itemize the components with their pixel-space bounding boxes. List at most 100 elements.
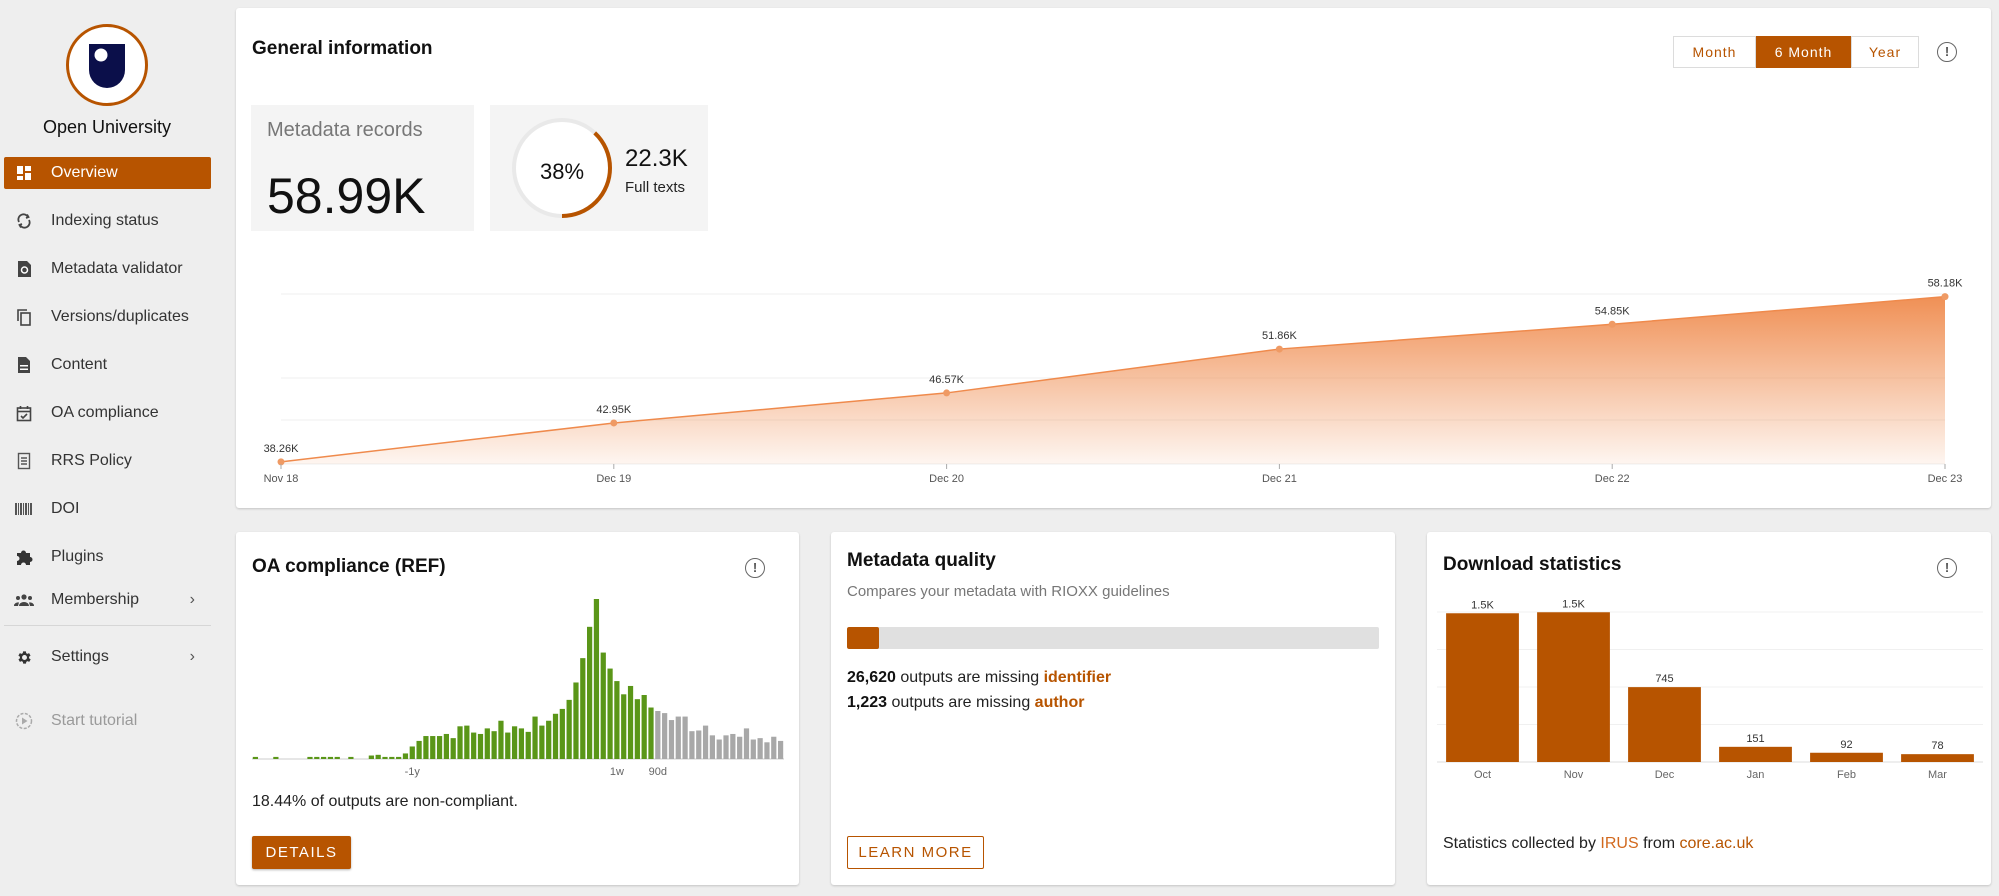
period-6-month-button[interactable]: 6 Month — [1756, 36, 1851, 68]
chevron-right-icon: › — [189, 591, 195, 608]
data-label: 46.57K — [929, 374, 965, 386]
sidebar-item-settings[interactable]: Settings › — [4, 641, 211, 673]
info-icon[interactable]: ! — [1937, 42, 1957, 62]
identifier-link[interactable]: identifier — [1044, 669, 1112, 686]
histogram-bar — [477, 733, 484, 759]
sidebar-item-plugins[interactable]: Plugins — [4, 541, 211, 573]
histogram-bar — [757, 738, 763, 759]
x-tick-label: Jan — [1747, 769, 1765, 780]
non-compliance-summary: 18.44% of outputs are non-compliant. — [252, 793, 518, 810]
card-title: OA compliance (REF) — [252, 556, 446, 577]
group-icon — [13, 594, 35, 606]
sidebar-item-label: OA compliance — [51, 404, 159, 421]
x-tick-label: 90d — [649, 766, 667, 778]
sidebar-item-label: Settings — [51, 648, 109, 665]
histogram-bar — [580, 658, 586, 759]
sidebar-item-overview[interactable]: Overview — [4, 157, 211, 189]
histogram-bar — [682, 716, 688, 759]
histogram-bar — [498, 720, 504, 759]
histogram-bar — [518, 728, 525, 759]
sidebar-item-label: RRS Policy — [51, 452, 132, 469]
sidebar-item-membership[interactable]: Membership › — [4, 584, 211, 616]
info-icon[interactable]: ! — [745, 558, 765, 578]
histogram-bar — [491, 731, 497, 759]
org-name: Open University — [42, 117, 172, 137]
bar — [1810, 752, 1883, 762]
file-restore-icon — [13, 260, 35, 278]
metadata-records-stat: Metadata records 58.99K — [251, 105, 474, 231]
histogram-bar — [375, 754, 381, 759]
histogram-bar — [709, 735, 715, 759]
data-point — [943, 389, 951, 397]
histogram-bar — [573, 682, 579, 759]
open-university-shield-icon — [89, 44, 125, 88]
barcode-icon — [13, 503, 35, 515]
period-month-button[interactable]: Month — [1673, 36, 1756, 68]
histogram-bar — [327, 756, 334, 759]
card-title: Metadata quality — [847, 550, 996, 571]
data-label: 38.26K — [264, 443, 300, 455]
x-tick-label: Dec 19 — [596, 473, 631, 485]
progress-fill — [847, 627, 879, 649]
sidebar-item-label: Indexing status — [51, 212, 159, 229]
start-tutorial-button[interactable]: Start tutorial — [4, 705, 211, 737]
histogram-bar — [525, 731, 531, 759]
histogram-bar — [314, 756, 320, 759]
histogram-bar — [764, 742, 770, 759]
missing-text: outputs are missing — [895, 669, 1044, 686]
learn-more-button[interactable]: LEARN MORE — [847, 836, 984, 869]
data-label: 51.86K — [1262, 330, 1298, 342]
histogram-bar — [471, 732, 477, 759]
full-text-percent: 38% — [539, 159, 585, 184]
sidebar-item-doi[interactable]: DOI — [4, 493, 211, 525]
dashboard-icon — [13, 165, 35, 181]
sidebar: Open University Overview Indexing status… — [0, 0, 230, 896]
histogram-bar — [750, 739, 756, 759]
histogram-bar — [402, 753, 409, 759]
sidebar-item-metadata-validator[interactable]: Metadata validator — [4, 253, 211, 285]
sidebar-item-label: Content — [51, 356, 108, 373]
sidebar-item-content[interactable]: Content — [4, 349, 211, 381]
author-link[interactable]: author — [1035, 694, 1085, 711]
sidebar-item-indexing-status[interactable]: Indexing status — [4, 205, 211, 237]
period-year-button[interactable]: Year — [1851, 36, 1919, 68]
histogram-bar — [743, 728, 750, 759]
x-tick-label: 1w — [610, 766, 624, 778]
chevron-right-icon: › — [189, 648, 195, 665]
sidebar-item-versions-duplicates[interactable]: Versions/duplicates — [4, 301, 211, 333]
card-title: Download statistics — [1443, 554, 1622, 575]
policy-doc-icon — [13, 452, 35, 470]
card-subtitle: Compares your metadata with RIOXX guidel… — [847, 583, 1170, 600]
calendar-check-icon — [13, 405, 35, 422]
footer-text: Statistics collected by — [1443, 835, 1601, 852]
sidebar-item-oa-compliance[interactable]: OA compliance — [4, 397, 211, 429]
sidebar-item-rrs-policy[interactable]: RRS Policy — [4, 445, 211, 477]
period-toggle: Month 6 Month Year — [1673, 36, 1919, 68]
histogram-bar — [505, 732, 511, 759]
copy-icon — [13, 308, 35, 326]
histogram-bar — [416, 740, 422, 759]
metadata-records-label: Metadata records — [267, 119, 423, 141]
details-button[interactable]: DETAILS — [252, 836, 351, 869]
histogram-bar — [737, 736, 743, 759]
core-link[interactable]: core.ac.uk — [1680, 835, 1754, 852]
bar-value-label: 92 — [1840, 739, 1852, 751]
gear-icon — [13, 649, 35, 666]
histogram-bar — [600, 652, 606, 759]
bar — [1446, 613, 1519, 762]
sidebar-divider — [4, 625, 211, 626]
irus-link[interactable]: IRUS — [1600, 835, 1638, 852]
bar — [1628, 687, 1701, 762]
histogram-bar — [675, 716, 681, 759]
data-point — [610, 419, 618, 427]
sidebar-item-label: Versions/duplicates — [51, 308, 189, 325]
card-title: General information — [252, 38, 433, 59]
histogram-bar — [252, 756, 259, 759]
histogram-bar — [307, 756, 313, 759]
metadata-quality-progress — [847, 627, 1379, 649]
histogram-bar — [409, 746, 415, 759]
data-point — [1941, 293, 1949, 301]
info-icon[interactable]: ! — [1937, 558, 1957, 578]
histogram-bar — [627, 685, 634, 759]
histogram-bar — [655, 711, 661, 759]
